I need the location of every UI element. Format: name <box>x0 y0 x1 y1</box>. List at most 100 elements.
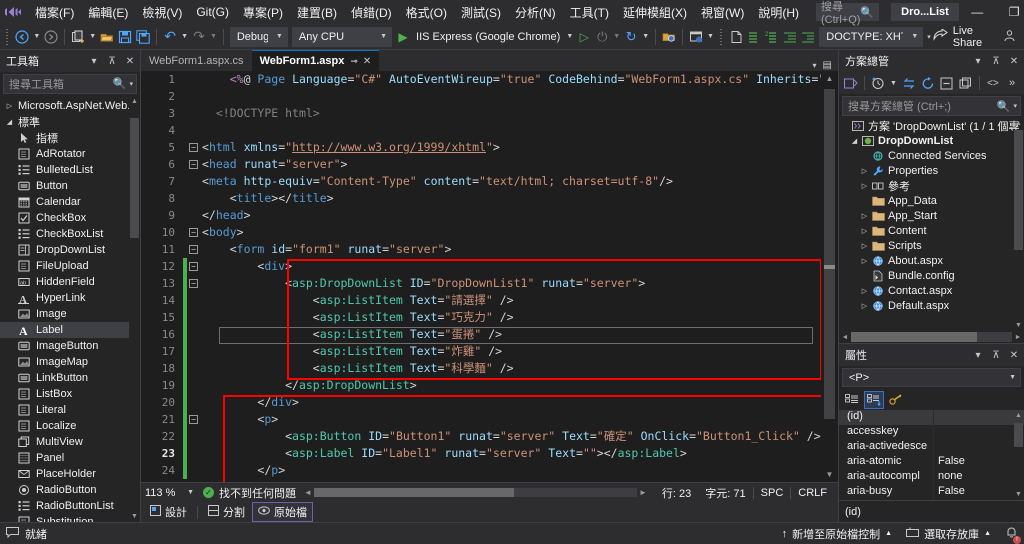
decrease-indent-icon[interactable] <box>781 26 799 48</box>
code-line-2[interactable]: 2 <box>141 88 821 105</box>
chevron-down-icon[interactable]: ◢ <box>849 137 860 145</box>
solution-node-10[interactable]: Bundle.config <box>839 268 1024 283</box>
scroll-left-icon[interactable]: ◄ <box>839 334 851 341</box>
property-row[interactable]: aria-busy False <box>839 485 1024 500</box>
stop-debug-icon[interactable]: ⏻ <box>593 26 611 48</box>
chevron-right-icon[interactable]: ▷ <box>859 257 870 265</box>
property-row[interactable]: aria-autocompl none <box>839 470 1024 485</box>
collapse-all-icon[interactable] <box>938 74 956 92</box>
code-line-17[interactable]: 17 <asp:ListItem Text="炸雞" /> <box>141 343 821 360</box>
menu-item-0[interactable]: 檔案(F) <box>28 1 81 24</box>
scroll-down-icon[interactable]: ▼ <box>130 511 139 522</box>
toolbox-item-hyperlink[interactable]: A HyperLink <box>0 290 140 306</box>
new-project-dropdown-icon[interactable]: ▼ <box>87 26 98 48</box>
property-row[interactable]: aria-activedesce <box>839 440 1024 455</box>
refresh-icon[interactable] <box>919 74 937 92</box>
solution-explorer-pin-icon[interactable]: ⊼ <box>989 56 1003 67</box>
toolbox-item-calendar[interactable]: Calendar <box>0 194 140 210</box>
code-line-15[interactable]: 15 <asp:ListItem Text="巧克力" /> <box>141 309 821 326</box>
start-debug-icon[interactable]: ▶ <box>394 26 412 48</box>
property-value[interactable] <box>934 410 1024 425</box>
view-tab-split[interactable]: 分割 <box>203 503 250 521</box>
toolbox-scrollbar[interactable]: ▲ ▼ <box>129 95 140 522</box>
solution-explorer-close-icon[interactable]: ✕ <box>1007 56 1021 67</box>
tab-list-icon[interactable]: ▤ <box>823 60 832 71</box>
toolbox-item-substitution[interactable]: Substitution <box>0 514 140 522</box>
solution-node-1[interactable]: ◢ DropDownList <box>839 133 1024 148</box>
toolbox-item-panel[interactable]: Panel <box>0 450 140 466</box>
code-line-9[interactable]: 9 </head> <box>141 207 821 224</box>
toolbox-item-list[interactable]: ▷ Microsoft.AspNet.Web... ◢ 標準 指標 AdRotator B… <box>0 95 140 522</box>
code-line-8[interactable]: 8 <title></title> <box>141 190 821 207</box>
navigate-backward-icon[interactable] <box>13 26 31 48</box>
toolbox-group-1[interactable]: ◢ 標準 <box>0 114 140 130</box>
toolbox-item-checkbox[interactable]: CheckBox <box>0 210 140 226</box>
toolbox-item-radiobuttonlist[interactable]: RadioButtonList <box>0 498 140 514</box>
toolbox-item-指標[interactable]: 指標 <box>0 130 140 146</box>
navigate-backward-dropdown-icon[interactable]: ▼ <box>31 26 42 48</box>
property-row[interactable]: (id) <box>839 410 1024 425</box>
code-editor[interactable]: 1 <%@ Page Language="C#" AutoEventWireup… <box>141 71 838 482</box>
properties-grid[interactable]: (id) accesskey aria-activedesce aria-atomic… <box>839 410 1024 500</box>
view-tab-design[interactable]: 設計 <box>145 503 192 521</box>
solution-configuration-combo[interactable]: Debug ▼ <box>229 26 288 47</box>
menu-item-13[interactable]: 說明(H) <box>751 1 806 24</box>
solution-node-11[interactable]: ▷ Contact.aspx <box>839 283 1024 298</box>
collapse-region-icon[interactable]: − <box>187 228 200 237</box>
restart-icon[interactable]: ↻ <box>622 26 640 48</box>
property-value[interactable]: False <box>934 485 1024 500</box>
live-share-session-icon[interactable] <box>1003 29 1016 45</box>
code-line-6[interactable]: 6 − <head runat="server"> <box>141 156 821 173</box>
toolbox-item-placeholder[interactable]: PlaceHolder <box>0 466 140 482</box>
pin-tab-icon[interactable]: ⊸ <box>350 56 358 67</box>
menu-item-3[interactable]: Git(G) <box>189 2 236 22</box>
toolbar-overflow-icon[interactable]: ▾ <box>925 26 933 48</box>
code-line-7[interactable]: 7 <meta http-equiv="Content-Type" content… <box>141 173 821 190</box>
scroll-up-icon[interactable]: ▲ <box>1014 118 1023 129</box>
code-line-23[interactable]: 23 <asp:Label ID="Label1" runat="server"… <box>141 445 821 462</box>
sync-with-active-document-icon[interactable] <box>900 74 918 92</box>
toolbox-item-linkbutton[interactable]: LinkButton <box>0 370 140 386</box>
toolbox-item-imagemap[interactable]: ImageMap <box>0 354 140 370</box>
pending-changes-icon[interactable] <box>869 74 887 92</box>
properties-pin-icon[interactable]: ⊼ <box>989 350 1003 361</box>
chevron-right-icon[interactable]: ▷ <box>859 182 870 190</box>
chevron-right-icon[interactable]: ▷ <box>859 242 870 250</box>
code-lines[interactable]: 1 <%@ Page Language="C#" AutoEventWireup… <box>141 71 821 482</box>
hscroll-thumb[interactable] <box>314 488 515 497</box>
menu-item-7[interactable]: 格式(O) <box>399 1 454 24</box>
project-chip[interactable]: Dro...List <box>891 3 959 21</box>
menu-item-2[interactable]: 檢視(V) <box>135 1 189 24</box>
scroll-up-icon[interactable]: ▲ <box>1014 410 1023 421</box>
categorized-icon[interactable] <box>842 391 862 409</box>
scroll-down-icon[interactable]: ▼ <box>1014 489 1023 500</box>
uncomment-block-icon[interactable]: 2 <box>763 26 781 48</box>
property-row[interactable]: aria-atomic False <box>839 455 1024 470</box>
solution-node-5[interactable]: App_Data <box>839 193 1024 208</box>
select-repository-button[interactable]: 選取存放庫 ▲ <box>906 526 991 542</box>
toolbox-item-button[interactable]: Button <box>0 178 140 194</box>
property-row[interactable]: accesskey <box>839 425 1024 440</box>
code-line-3[interactable]: 3 <!DOCTYPE html> <box>141 105 821 122</box>
events-icon[interactable] <box>886 391 906 409</box>
toolbox-item-image[interactable]: Image <box>0 306 140 322</box>
property-value[interactable]: none <box>934 470 1024 485</box>
solution-node-7[interactable]: ▷ Content <box>839 223 1024 238</box>
solution-node-9[interactable]: ▷ About.aspx <box>839 253 1024 268</box>
notifications-button[interactable]: ! <box>1005 526 1021 544</box>
hscroll-track[interactable] <box>314 488 637 497</box>
solution-node-3[interactable]: ▷ Properties <box>839 163 1024 178</box>
save-all-icon[interactable] <box>134 26 152 48</box>
open-file-icon[interactable] <box>98 26 116 48</box>
close-tab-icon[interactable]: ✕ <box>363 56 371 67</box>
redo-icon[interactable]: ↷ <box>190 26 208 48</box>
code-line-11[interactable]: 11 − <form id="form1" runat="server"> <box>141 241 821 258</box>
solution-node-8[interactable]: ▷ Scripts <box>839 238 1024 253</box>
alphabetical-icon[interactable] <box>864 390 884 409</box>
scroll-right-icon[interactable]: ► <box>637 488 649 497</box>
solution-explorer-dropdown-icon[interactable]: ▾ <box>971 56 985 67</box>
toolbar-grip[interactable] <box>4 28 11 45</box>
collapse-region-icon[interactable]: − <box>187 160 200 169</box>
code-line-1[interactable]: 1 <%@ Page Language="C#" AutoEventWireup… <box>141 71 821 88</box>
add-new-item-icon[interactable] <box>687 26 705 48</box>
